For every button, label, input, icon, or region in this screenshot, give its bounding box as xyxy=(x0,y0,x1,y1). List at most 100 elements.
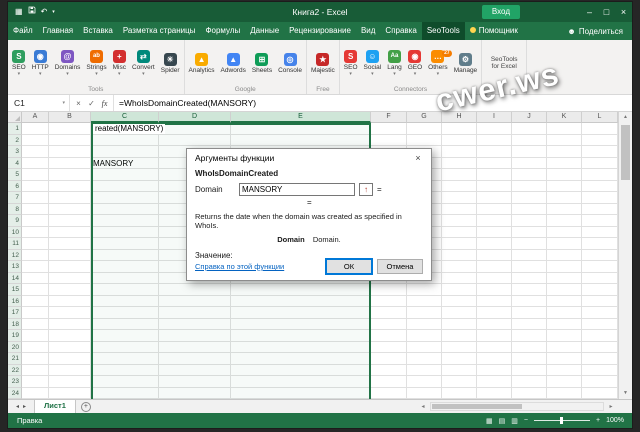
row-header-10[interactable]: 10 xyxy=(8,226,22,238)
cell-H15[interactable] xyxy=(442,284,477,296)
cell-L9[interactable] xyxy=(582,215,618,227)
ribbon-button-social[interactable]: ☺ Social ▾ xyxy=(361,49,385,77)
cell-A3[interactable] xyxy=(22,146,49,158)
cell-D2[interactable] xyxy=(159,134,231,146)
row-header-1[interactable]: 1 xyxy=(8,123,22,135)
edit-cell-overlay[interactable]: reated(MANSORY) xyxy=(93,124,166,134)
cell-I8[interactable] xyxy=(477,203,512,215)
cell-K10[interactable] xyxy=(547,226,582,238)
cell-L4[interactable] xyxy=(582,157,618,169)
cell-K3[interactable] xyxy=(547,146,582,158)
cell-H2[interactable] xyxy=(442,134,477,146)
cell-G23[interactable] xyxy=(407,376,442,388)
cell-C18[interactable] xyxy=(91,318,159,330)
column-header-D[interactable]: D xyxy=(159,112,231,123)
cell-E2[interactable] xyxy=(231,134,371,146)
cell-L22[interactable] xyxy=(582,364,618,376)
row-header-2[interactable]: 2 xyxy=(8,134,22,146)
domain-input[interactable] xyxy=(239,183,355,196)
row-header-18[interactable]: 18 xyxy=(8,318,22,330)
page-break-view-icon[interactable]: ▥ xyxy=(511,417,518,425)
column-header-G[interactable]: G xyxy=(407,112,442,123)
cell-K23[interactable] xyxy=(547,376,582,388)
cell-H23[interactable] xyxy=(442,376,477,388)
cell-F15[interactable] xyxy=(371,284,407,296)
name-box-dropdown-icon[interactable]: ▾ xyxy=(62,100,69,106)
cell-G18[interactable] xyxy=(407,318,442,330)
vertical-scrollbar-thumb[interactable] xyxy=(621,125,630,180)
cell-A19[interactable] xyxy=(22,330,49,342)
cell-G1[interactable] xyxy=(407,123,442,135)
tab-home[interactable]: Главная xyxy=(38,22,78,40)
enter-entry-icon[interactable]: ✓ xyxy=(85,99,98,108)
cell-K19[interactable] xyxy=(547,330,582,342)
cell-J24[interactable] xyxy=(512,387,547,399)
ribbon-button-adwords[interactable]: ▲ Adwords xyxy=(218,52,249,75)
cancel-button[interactable]: Отмена xyxy=(377,259,423,274)
normal-view-icon[interactable]: ▦ xyxy=(486,417,493,425)
tab-insert[interactable]: Вставка xyxy=(78,22,118,40)
cell-H5[interactable] xyxy=(442,169,477,181)
minimize-button[interactable]: – xyxy=(581,2,598,22)
cell-K6[interactable] xyxy=(547,180,582,192)
cell-F22[interactable] xyxy=(371,364,407,376)
cell-K24[interactable] xyxy=(547,387,582,399)
cell-K15[interactable] xyxy=(547,284,582,296)
cell-B21[interactable] xyxy=(49,353,91,365)
cell-C9[interactable] xyxy=(91,215,159,227)
cell-H14[interactable] xyxy=(442,272,477,284)
ribbon-button-sheets[interactable]: ⊞ Sheets xyxy=(249,52,275,75)
cell-H1[interactable] xyxy=(442,123,477,135)
cell-E1[interactable] xyxy=(231,123,371,135)
cell-H7[interactable] xyxy=(442,192,477,204)
cell-B14[interactable] xyxy=(49,272,91,284)
cell-B16[interactable] xyxy=(49,295,91,307)
cell-F2[interactable] xyxy=(371,134,407,146)
cell-A23[interactable] xyxy=(22,376,49,388)
cell-D1[interactable] xyxy=(159,123,231,135)
help-link[interactable]: Справка по этой функции xyxy=(195,262,284,271)
cancel-entry-icon[interactable]: × xyxy=(72,99,85,108)
row-header-12[interactable]: 12 xyxy=(8,249,22,261)
cell-I1[interactable] xyxy=(477,123,512,135)
cell-J23[interactable] xyxy=(512,376,547,388)
zoom-slider[interactable] xyxy=(534,417,590,424)
cell-I16[interactable] xyxy=(477,295,512,307)
row-header-6[interactable]: 6 xyxy=(8,180,22,192)
row-header-4[interactable]: 4 xyxy=(8,157,22,169)
cell-E21[interactable] xyxy=(231,353,371,365)
cell-A11[interactable] xyxy=(22,238,49,250)
save-icon[interactable] xyxy=(28,2,36,22)
cell-H8[interactable] xyxy=(442,203,477,215)
ribbon-button-strings[interactable]: ab Strings ▾ xyxy=(83,49,109,77)
cell-A2[interactable] xyxy=(22,134,49,146)
zoom-in-icon[interactable]: + xyxy=(596,417,600,424)
cell-A22[interactable] xyxy=(22,364,49,376)
cell-A1[interactable] xyxy=(22,123,49,135)
cell-K13[interactable] xyxy=(547,261,582,273)
cell-J10[interactable] xyxy=(512,226,547,238)
row-header-24[interactable]: 24 xyxy=(8,387,22,399)
cell-C12[interactable] xyxy=(91,249,159,261)
horizontal-scrollbar-track[interactable] xyxy=(430,402,604,411)
cell-G20[interactable] xyxy=(407,341,442,353)
sign-in-button[interactable]: Вход xyxy=(481,5,520,19)
cell-B8[interactable] xyxy=(49,203,91,215)
column-header-H[interactable]: H xyxy=(442,112,477,123)
dialog-close-icon[interactable]: × xyxy=(405,149,431,167)
cell-C20[interactable] xyxy=(91,341,159,353)
formula-input[interactable]: =WhoIsDomainCreated(MANSORY) xyxy=(114,95,632,111)
cell-K8[interactable] xyxy=(547,203,582,215)
row-header-8[interactable]: 8 xyxy=(8,203,22,215)
cell-D18[interactable] xyxy=(159,318,231,330)
cell-B13[interactable] xyxy=(49,261,91,273)
cell-K9[interactable] xyxy=(547,215,582,227)
cell-B7[interactable] xyxy=(49,192,91,204)
ribbon-button-console[interactable]: ◎ Console xyxy=(275,52,305,75)
cell-K17[interactable] xyxy=(547,307,582,319)
cell-J7[interactable] xyxy=(512,192,547,204)
cell-A21[interactable] xyxy=(22,353,49,365)
scroll-down-icon[interactable]: ▼ xyxy=(619,388,632,399)
cell-F16[interactable] xyxy=(371,295,407,307)
cell-B19[interactable] xyxy=(49,330,91,342)
